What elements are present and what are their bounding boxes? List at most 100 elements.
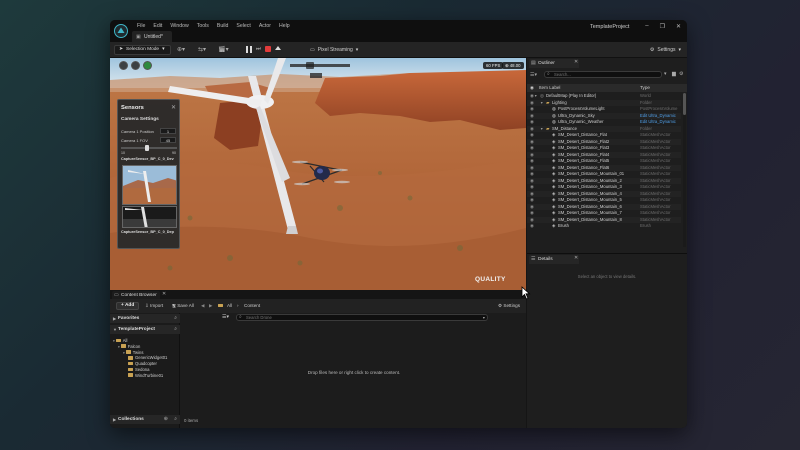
menu-actor[interactable]: Actor bbox=[255, 23, 275, 30]
minimize-button[interactable]: – bbox=[645, 23, 648, 30]
content-browser-toolbar: + Add ⇩ Import 🖫︎ Save All ◀ ▶ All › Con… bbox=[110, 299, 526, 313]
collections-section[interactable]: ▶ Collections ⊕ ⌕ bbox=[110, 415, 180, 424]
menu-file[interactable]: File bbox=[133, 23, 149, 30]
folder-tree-item[interactable]: WindTurbine01 bbox=[110, 373, 180, 379]
favorites-label: Favorites bbox=[118, 316, 140, 321]
depth-preview-image bbox=[122, 206, 177, 228]
editor-window: File Edit Window Tools Build Select Acto… bbox=[110, 20, 687, 428]
add-actor-icon[interactable]: ⊕▾ bbox=[177, 46, 185, 54]
asset-search-input[interactable]: ⌕ Search Drone ▾ bbox=[236, 314, 488, 321]
window-controls: – ❐ ✕ bbox=[645, 23, 681, 30]
perspective-icon[interactable] bbox=[131, 61, 140, 70]
history-back-icon[interactable]: ◀ bbox=[201, 303, 205, 309]
eject-icon[interactable] bbox=[274, 46, 281, 50]
visibility-column-icon[interactable]: ◉ bbox=[530, 84, 534, 92]
view-mode-icon[interactable] bbox=[306, 62, 314, 69]
project-section[interactable]: ▼ TemplateProject ⌕ bbox=[110, 325, 180, 334]
eye-icon[interactable]: ◉ bbox=[530, 223, 534, 230]
gear-icon: ⚙ bbox=[649, 47, 655, 53]
main-toolbar: ➤ Selection Mode ▾ ⊕▾ ⇆▾ 🎬︎▾ ⏭ ▭ Pixel S… bbox=[110, 42, 687, 58]
history-forward-icon[interactable]: ▶ bbox=[209, 303, 213, 309]
collections-label: Collections bbox=[118, 417, 144, 422]
close-icon[interactable]: ✕ bbox=[574, 59, 578, 65]
save-all-label: Save All bbox=[177, 303, 194, 308]
blueprint-icon[interactable]: ⇆▾ bbox=[198, 46, 206, 54]
filter-icon[interactable]: ☰▾ bbox=[530, 71, 537, 79]
dropdown-arrow-icon[interactable]: ▾ bbox=[664, 70, 667, 78]
empty-folder-message: Drop files here or right click to create… bbox=[307, 370, 401, 375]
favorites-section[interactable]: ▶ Favorites ⌕ bbox=[110, 314, 180, 323]
add-button[interactable]: + Add bbox=[116, 302, 140, 310]
asset-view[interactable]: ☰▾ ⌕ Search Drone ▾ Drop files here or r… bbox=[182, 313, 526, 428]
fov-slider[interactable] bbox=[121, 145, 177, 151]
outliner-scrollbar[interactable] bbox=[683, 93, 686, 247]
fps-badge: 60 FPS bbox=[483, 62, 504, 69]
content-settings-label: Settings bbox=[503, 303, 521, 308]
settings-button[interactable]: ⚙ Settings ▾ bbox=[650, 46, 681, 54]
menu-tools[interactable]: Tools bbox=[193, 23, 213, 30]
lit-mode-icon[interactable] bbox=[143, 61, 152, 70]
tab-details[interactable]: ☰ Details bbox=[529, 255, 579, 264]
cinematics-icon[interactable]: 🎬︎▾ bbox=[218, 46, 229, 54]
capture-preview-image bbox=[122, 165, 177, 205]
gear-icon[interactable]: ⚙ bbox=[679, 70, 683, 78]
sensors-title: Sensors bbox=[121, 105, 144, 111]
pause-icon[interactable] bbox=[246, 45, 252, 53]
filter-icon[interactable]: ☰▾ bbox=[222, 314, 229, 320]
folder-icon bbox=[115, 338, 121, 343]
scrollbar-thumb[interactable] bbox=[683, 93, 686, 115]
cursor-arrow-icon: ➤ bbox=[119, 47, 124, 52]
camera-fov-field[interactable]: 45 bbox=[160, 137, 176, 143]
selection-mode-dropdown[interactable]: ➤ Selection Mode ▾ bbox=[114, 45, 171, 55]
content-settings-button[interactable]: ⚙ Settings bbox=[498, 303, 520, 309]
type-column[interactable]: Type bbox=[640, 84, 650, 92]
stop-icon[interactable] bbox=[264, 46, 271, 52]
tab-outliner[interactable]: ▤ Outliner bbox=[529, 59, 579, 68]
folder-icon bbox=[128, 367, 133, 372]
level-viewport[interactable]: 60 FPS ⊕ 48.00 Sensors ✕ Camera Settings… bbox=[110, 58, 526, 290]
camera-speed-badge[interactable]: ⊕ 48.00 bbox=[502, 62, 524, 69]
app-logo-icon[interactable] bbox=[114, 24, 128, 38]
content-browser-tabbar: ▭ Content Browser ✕ bbox=[110, 290, 526, 300]
folder-tree-label: Twins bbox=[132, 349, 144, 355]
close-icon[interactable]: ✕ bbox=[171, 104, 176, 111]
level-tab[interactable]: ▣ Untitled* bbox=[132, 31, 172, 42]
import-button[interactable]: ⇩ Import bbox=[145, 303, 163, 309]
search-icon[interactable]: ⌕ bbox=[174, 314, 177, 323]
breadcrumb-all[interactable]: All bbox=[227, 303, 232, 309]
add-folder-icon[interactable]: ▆ bbox=[672, 70, 676, 78]
level-icon: ▣ bbox=[136, 34, 141, 40]
fov-slider-handle[interactable] bbox=[145, 145, 150, 151]
camera-position-field[interactable]: 1 bbox=[160, 128, 176, 134]
menu-edit[interactable]: Edit bbox=[149, 23, 166, 30]
project-label: TemplateProject bbox=[118, 327, 155, 332]
search-icon[interactable]: ⌕ bbox=[174, 325, 177, 334]
outliner-search-input[interactable]: ⌕ Search... bbox=[544, 71, 662, 78]
sources-panel: ▶ Favorites ⌕ ▼ TemplateProject ⌕ ▾ All ▾… bbox=[110, 313, 180, 428]
menu-build[interactable]: Build bbox=[213, 23, 233, 30]
menu-window[interactable]: Window bbox=[166, 23, 192, 30]
search-icon[interactable]: ⌕ bbox=[174, 415, 177, 424]
search-icon: ⌕ bbox=[239, 314, 242, 320]
item-label-column[interactable]: Item Label bbox=[539, 84, 560, 92]
outliner-search-placeholder: Search... bbox=[554, 72, 571, 77]
skip-frame-icon[interactable]: ⏭ bbox=[256, 45, 261, 53]
add-collection-icon[interactable]: ⊕ bbox=[164, 415, 168, 424]
close-icon[interactable]: ✕ bbox=[574, 255, 578, 261]
chevron-down-icon[interactable]: ▾ bbox=[483, 315, 485, 320]
close-icon[interactable]: ✕ bbox=[162, 291, 166, 297]
menu-select[interactable]: Select bbox=[232, 23, 254, 30]
chevron-down-icon: ▾ bbox=[355, 47, 359, 53]
outliner-row[interactable]: ◉ ◈ Brush Brush bbox=[527, 223, 681, 230]
outliner-icon: ▤ bbox=[531, 60, 536, 66]
maximize-button[interactable]: ❐ bbox=[660, 23, 665, 30]
breadcrumb-content[interactable]: Content bbox=[244, 303, 260, 309]
menu-help[interactable]: Help bbox=[275, 23, 294, 30]
close-window-button[interactable]: ✕ bbox=[676, 23, 681, 30]
viewport-options-icon[interactable] bbox=[119, 61, 128, 70]
caret-down-icon: ▼ bbox=[113, 327, 117, 332]
pixel-streaming-button[interactable]: ▭ Pixel Streaming ▾ bbox=[310, 46, 358, 54]
save-all-button[interactable]: 🖫︎ Save All bbox=[172, 303, 194, 309]
breadcrumb-separator-icon: › bbox=[237, 303, 239, 308]
outliner-column-header: ◉ Item Label Type bbox=[527, 84, 687, 92]
